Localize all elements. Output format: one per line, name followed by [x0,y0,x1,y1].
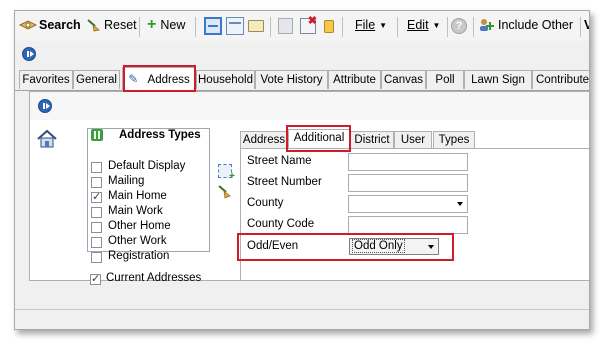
toolbar-divider [270,17,271,37]
toolbar-divider [139,17,140,37]
tab-lawn-sign[interactable]: Lawn Sign [464,70,532,89]
include-other-button[interactable]: Include Other [479,18,573,32]
users-add-icon [480,19,494,31]
street-number-input[interactable] [348,174,468,192]
secondary-toolbar [15,41,589,67]
tab-address-label: Address [147,74,190,86]
view-split-icon[interactable] [204,17,222,35]
toolbar-divider [195,17,196,37]
toolbar-divider [342,17,343,37]
checkbox-other-home[interactable] [91,222,102,233]
street-name-label: Street Name [247,155,312,167]
tab-vote-history[interactable]: Vote History [255,70,328,89]
county-label: County [247,197,284,209]
file-menu-label: File [355,18,376,32]
tab-favorites[interactable]: Favorites [19,70,73,89]
dropdown-arrow-icon: ▼ [432,20,441,30]
checkbox-label: Default Display [108,160,186,172]
new-label: New [160,18,186,32]
tab-contribute[interactable]: Contribute [532,70,589,89]
status-bar [15,309,589,329]
search-icon [19,20,37,30]
checkbox-main-home[interactable] [91,190,102,203]
dropdown-arrow-icon [428,245,434,249]
folder-icon[interactable] [248,20,264,32]
overflow-menu[interactable]: V [584,18,589,32]
calendar-icon[interactable] [226,17,244,35]
delete-record-icon[interactable]: ✖ [300,15,317,34]
subtab-additional[interactable]: Additional [288,129,350,149]
checkbox-default-display[interactable] [91,162,102,173]
street-number-label: Street Number [247,176,322,188]
checkbox-label: Other Work [108,235,167,247]
reset-button[interactable]: Reset [85,18,137,32]
app-window: Search Reset + New ✖ File ▼ Edit ▼ ? Inc… [14,10,590,330]
checkbox-label: Main Work [108,205,163,217]
pause-icon [91,129,103,141]
checkbox-current-addresses[interactable] [90,272,101,285]
pencil-icon: ✎ [128,72,139,86]
address-types-title: Address Types [119,129,201,141]
play-icon[interactable] [22,47,36,61]
edit-menu[interactable]: Edit ▼ [407,18,440,32]
tab-attribute[interactable]: Attribute [328,70,381,89]
subtab-types[interactable]: Types [433,131,475,148]
current-addresses-label: Current Addresses [106,272,202,284]
plus-icon: + [147,16,157,33]
select-all-icon[interactable]: + [218,164,235,182]
reset-label: Reset [104,18,137,32]
dropdown-arrow-icon: ▼ [379,20,388,30]
play-icon[interactable] [38,99,52,113]
odd-even-label: Odd/Even [247,240,299,252]
checkbox-label: Main Home [108,190,167,202]
toolbar-divider [473,17,474,37]
subtab-user[interactable]: User [394,131,432,148]
toolbar-divider [447,17,448,37]
checkbox-label: Other Home [108,220,171,232]
file-menu[interactable]: File ▼ [355,18,387,32]
tab-address[interactable]: ✎ Address [122,67,196,90]
house-icon [37,129,57,148]
odd-even-select[interactable]: Odd Only [349,238,439,255]
street-name-input[interactable] [348,153,468,171]
checkbox-main-work[interactable] [91,207,102,218]
overflow-label: V [584,18,589,32]
additional-details-panel: Street Name Street Number County County … [240,148,589,281]
toolbar-divider [580,17,581,37]
search-label: Search [39,18,81,32]
county-select[interactable] [348,195,468,213]
help-icon[interactable]: ? [451,18,467,34]
search-button[interactable]: Search [19,18,81,32]
toolbar-divider [397,17,398,37]
tab-poll[interactable]: Poll [426,70,464,89]
subtab-address[interactable]: Address [240,131,288,148]
checkbox-label: Registration [108,250,170,262]
county-code-label: County Code [247,218,315,230]
lock-icon[interactable] [324,20,334,33]
checkbox-registration[interactable] [91,252,102,263]
save-icon[interactable] [278,18,293,34]
checkbox-mailing[interactable] [91,177,102,188]
panel-header [30,92,589,120]
broom-icon[interactable] [216,184,232,200]
tab-household[interactable]: Household [196,70,255,89]
dropdown-arrow-icon [457,202,463,206]
county-code-input[interactable] [348,216,468,234]
include-other-label: Include Other [498,18,574,32]
main-tab-strip: Favorites General ✎ Address Household Vo… [15,67,589,91]
checkbox-label: Mailing [108,175,145,187]
tab-general[interactable]: General [73,70,120,89]
toolbar: Search Reset + New ✖ File ▼ Edit ▼ ? Inc… [15,11,589,41]
broom-icon [87,19,100,32]
subtab-district[interactable]: District [350,131,394,148]
address-types-header: Address Types [87,127,210,144]
checkbox-other-work[interactable] [91,237,102,248]
tab-canvas[interactable]: Canvas [381,70,426,89]
odd-even-value: Odd Only [352,239,405,253]
edit-menu-label: Edit [407,18,429,32]
new-button[interactable]: + New [147,16,186,33]
